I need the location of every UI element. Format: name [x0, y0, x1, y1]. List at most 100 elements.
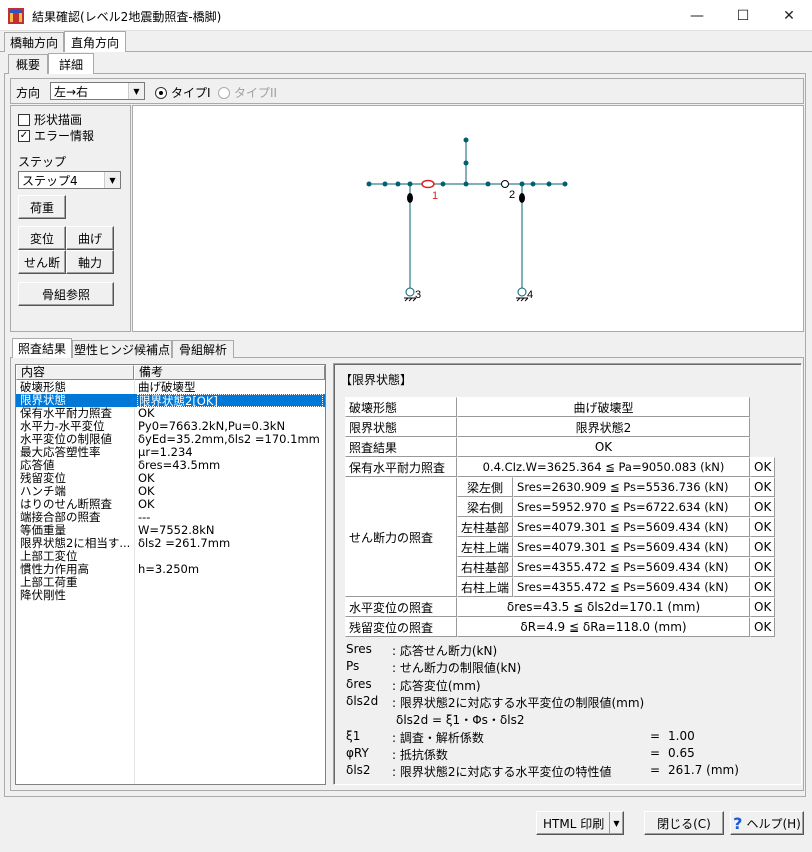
load-button[interactable]: 荷重 [18, 195, 66, 219]
node-label-4: 4 [527, 289, 533, 301]
list-item[interactable]: ハンチ端 OK [16, 485, 325, 498]
note-symbol: δres [346, 676, 372, 691]
displacement-button[interactable]: 変位 [18, 226, 66, 250]
radio-type1[interactable]: タイプI [155, 84, 211, 101]
cell-value: Sres=4079.301 ≦ Ps=5609.434 (kN) [513, 537, 750, 557]
note-equals: = [650, 745, 661, 760]
list-item[interactable]: 水平力-水平変位 Py0=7663.2kN,Pu=0.3kN [16, 420, 325, 433]
list-item-remarks: OK [138, 472, 155, 485]
cell-label: 照査結果 [345, 437, 457, 457]
note-value: 261.7 (mm) [668, 763, 739, 778]
minimize-button[interactable]: — [674, 0, 720, 31]
error-info-checkbox[interactable]: ✓ エラー情報 [18, 127, 94, 144]
maximize-button[interactable]: ☐ [720, 0, 766, 31]
note-description: : 抵抗係数 [392, 747, 448, 762]
cell-part: 梁左側 [457, 477, 514, 497]
cell-ok: OK [750, 457, 776, 477]
list-item-remarks: 限界状態2[OK] [137, 394, 323, 407]
cell-part: 右柱上端 [457, 577, 514, 597]
list-item-content: 残留変位 [20, 472, 66, 485]
shear-button[interactable]: せん断 [18, 250, 66, 274]
check-icon[interactable]: ✓ [18, 129, 30, 142]
list-header-content[interactable]: 内容 [16, 365, 134, 380]
list-header-remarks[interactable]: 備考 [134, 365, 325, 380]
close-window-button[interactable]: ✕ [766, 0, 812, 31]
list-item[interactable]: 降伏剛性 [16, 589, 325, 602]
cell-ok: OK [750, 477, 776, 497]
list-item[interactable]: 慣性力作用高 h=3.250m [16, 563, 325, 576]
tab-frame-analysis[interactable]: 骨組解析 [172, 340, 234, 358]
list-item-content: 降伏剛性 [20, 589, 66, 602]
list-item[interactable]: 限界状態 限界状態2[OK] [16, 394, 325, 407]
close-button[interactable]: 閉じる(C) [644, 811, 724, 835]
cell-part: 左柱基部 [457, 517, 514, 537]
frame-reference-button[interactable]: 骨組参照 [18, 282, 114, 306]
list-item-content: 端接合部の照査 [20, 511, 101, 524]
step-select[interactable]: ステップ4 ▼ [18, 171, 121, 189]
list-item-content: はりのせん断照査 [20, 498, 112, 511]
list-item-content: 最大応答塑性率 [20, 446, 101, 459]
list-item-content: 等価重量 [20, 524, 66, 537]
note-description: : 応答変位(mm) [392, 678, 481, 693]
cell-ok: OK [750, 497, 776, 517]
node-label-1: 1 [432, 190, 438, 202]
cell-value: δres=43.5 ≦ δls2d=170.1 (mm) [457, 597, 750, 617]
list-item[interactable]: 保有水平耐力照査 OK [16, 407, 325, 420]
shape-draw-checkbox[interactable]: 形状描画 [18, 111, 82, 128]
list-item[interactable]: はりのせん断照査 OK [16, 498, 325, 511]
list-item[interactable]: 最大応答塑性率 μr=1.234 [16, 446, 325, 459]
list-item[interactable]: 応答値 δres=43.5mm [16, 459, 325, 472]
tab-bridge-axis[interactable]: 橋軸方向 [4, 32, 64, 52]
direction-select[interactable]: 左→右 ▼ [50, 82, 145, 100]
tab-check-results[interactable]: 照査結果 [12, 338, 72, 358]
list-item[interactable]: 破壊形態 曲げ破壊型 [16, 381, 325, 394]
list-item[interactable]: 等価重量 W=7552.8kN [16, 524, 325, 537]
list-item[interactable]: 上部工荷重 [16, 576, 325, 589]
note-description: : せん断力の制限値(kN) [392, 661, 522, 676]
radio-type2-circle[interactable] [218, 86, 230, 99]
list-item-remarks: δres=43.5mm [138, 459, 221, 472]
list-item-content: 限界状態 [20, 394, 66, 407]
radio-type2-label: タイプII [234, 86, 278, 100]
list-item[interactable]: 限界状態2に相当す... δls2 =261.7mm [16, 537, 325, 550]
cell-ok: OK [750, 597, 776, 617]
results-list[interactable]: 内容 備考 破壊形態 曲げ破壊型 限界状態 限界状態2[OK] 保有水平耐力照査 OK 水平… [15, 364, 326, 785]
note-description: : 限界状態2に対応する水平変位の制限値(mm) [392, 695, 645, 710]
list-item[interactable]: 残留変位 OK [16, 472, 325, 485]
html-print-button[interactable]: HTML 印刷 ▼ [536, 811, 624, 835]
bending-button[interactable]: 曲げ [66, 226, 114, 250]
tab-plastic-hinge[interactable]: 塑性ヒンジ候補点 [72, 340, 172, 358]
list-item-content: ハンチ端 [20, 485, 66, 498]
help-button[interactable]: ? ヘルプ(H) [730, 811, 804, 835]
list-item[interactable]: 水平変位の制限値 δyEd=35.2mm,δls2 =170.1mm [16, 433, 325, 446]
list-item-content: 破壊形態 [20, 381, 66, 394]
cell-ok: OK [750, 537, 776, 557]
list-item[interactable]: 上部工変位 [16, 550, 325, 563]
list-item-remarks: OK [138, 498, 155, 511]
radio-type1-circle[interactable] [155, 86, 167, 99]
note-description: : 応答せん断力(kN) [392, 644, 498, 658]
note-symbol: δls2 [346, 763, 371, 778]
list-item-content: 水平力-水平変位 [20, 420, 105, 433]
tab-perpendicular[interactable]: 直角方向 [64, 31, 126, 52]
list-item[interactable]: 端接合部の照査 --- [16, 511, 325, 524]
list-item-content: 応答値 [20, 459, 55, 472]
list-item-remarks: Py0=7663.2kN,Pu=0.3kN [138, 420, 286, 433]
list-item-remarks: OK [138, 485, 155, 498]
cell-part: 左柱上端 [457, 537, 514, 557]
chevron-down-icon[interactable]: ▼ [609, 812, 623, 834]
tab-detail[interactable]: 詳細 [48, 53, 94, 74]
window-title: 結果確認(レベル2地震動照査-橋脚) [32, 10, 222, 24]
tab-overview[interactable]: 概要 [8, 54, 48, 74]
cell-label: 残留変位の照査 [345, 617, 457, 637]
cell-label: せん断力の照査 [345, 477, 457, 597]
shape-draw-box[interactable] [18, 113, 30, 126]
note-equals: = [650, 763, 661, 778]
help-icon: ? [733, 813, 743, 833]
structure-diagram: 1 2 3 4 [132, 105, 804, 332]
cell-value: Sres=4079.301 ≦ Ps=5609.434 (kN) [513, 517, 750, 537]
axial-button[interactable]: 軸力 [66, 250, 114, 274]
note-symbol: ξ1 [346, 728, 361, 743]
radio-type2[interactable]: タイプII [218, 84, 277, 101]
list-item-remarks: 曲げ破壊型 [138, 381, 196, 394]
